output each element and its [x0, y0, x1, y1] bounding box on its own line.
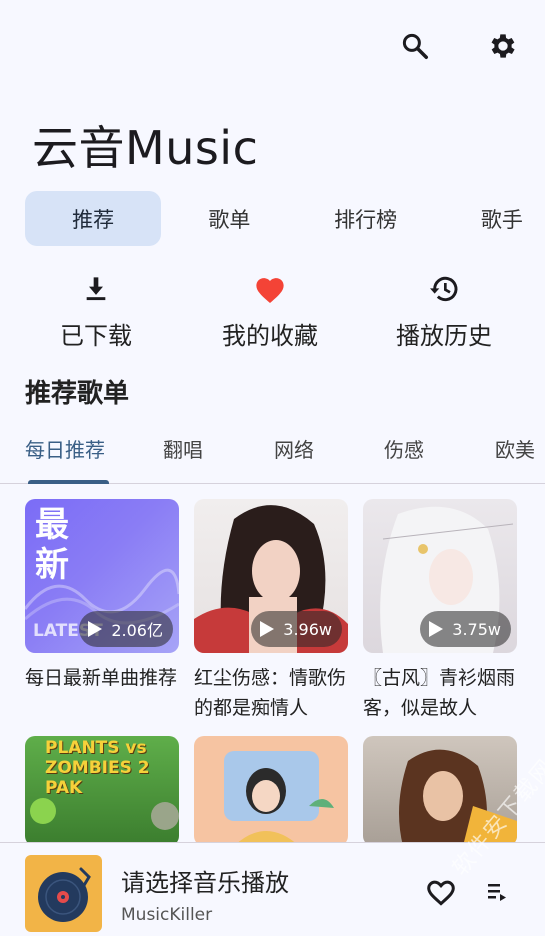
play-icon — [260, 621, 275, 637]
shortcut-row: 已下载 我的收藏 播放历史 — [10, 272, 530, 351]
section-title: 推荐歌单 — [25, 379, 130, 409]
download-icon — [82, 272, 110, 306]
playlist-card[interactable]: 3.96w 红尘伤感：情歌伤的都是痴情人 — [194, 499, 348, 723]
now-playing-title: 请选择音乐播放 — [121, 869, 289, 897]
play-icon — [88, 621, 103, 637]
play-count-badge: 3.75w — [420, 611, 511, 647]
tab-artists[interactable]: 歌手 — [434, 191, 545, 246]
app-title: 云音Music — [32, 121, 259, 175]
favorites-label: 我的收藏 — [222, 322, 318, 350]
cover-illustration — [224, 751, 334, 846]
top-actions — [397, 28, 521, 64]
play-count: 3.75w — [452, 619, 501, 639]
downloaded-label: 已下载 — [60, 322, 132, 350]
downloaded-button[interactable]: 已下载 — [10, 272, 182, 351]
playlist-cover: PLANTS vs ZOMBIES 2 PAK — [25, 736, 179, 846]
now-playing-artist: MusicKiller — [121, 905, 213, 925]
heart-outline-icon[interactable] — [424, 877, 458, 911]
subtab-internet[interactable]: 网络 — [274, 434, 314, 463]
subtab-daily[interactable]: 每日推荐 — [25, 434, 105, 463]
playlist-title: 红尘伤感：情歌伤的都是痴情人 — [194, 667, 347, 719]
settings-icon[interactable] — [485, 28, 521, 64]
playlist-cover — [194, 736, 348, 846]
subtab-indicator — [28, 480, 109, 484]
playlist-title: 〖古风〗青衫烟雨客，似是故人 — [363, 667, 516, 719]
favorites-button[interactable]: 我的收藏 — [184, 272, 356, 351]
playlist-card[interactable]: 3.75w 〖古风〗青衫烟雨客，似是故人 — [363, 499, 517, 723]
playlist-cover: 3.96w — [194, 499, 348, 653]
tab-playlists[interactable]: 歌单 — [161, 191, 297, 246]
tab-charts[interactable]: 排行榜 — [298, 191, 434, 246]
tab-recommend[interactable]: 推荐 — [25, 191, 162, 246]
subtab-western[interactable]: 欧美 — [495, 434, 535, 463]
history-icon — [427, 272, 461, 306]
play-count-badge: 3.96w — [251, 611, 342, 647]
playlist-cover: 3.75w — [363, 499, 517, 653]
playlist-cover: 最新 LATEST 2.06亿 — [25, 499, 179, 653]
play-icon — [429, 621, 444, 637]
playlist-category-tabs: 每日推荐 翻唱 网络 伤感 欧美 — [0, 430, 545, 484]
subtab-sad[interactable]: 伤感 — [384, 434, 424, 463]
main-tabs: 推荐 歌单 排行榜 歌手 — [25, 191, 545, 246]
play-count-badge: 2.06亿 — [79, 611, 173, 647]
album-art — [25, 855, 102, 932]
vinyl-icon — [38, 867, 91, 922]
history-label: 播放历史 — [396, 322, 492, 350]
heart-icon — [253, 272, 287, 306]
play-count: 3.96w — [283, 619, 332, 639]
playlist-card[interactable]: 最新 LATEST 2.06亿 每日最新单曲推荐 — [25, 499, 179, 723]
queue-icon[interactable] — [486, 881, 508, 909]
history-button[interactable]: 播放历史 — [358, 272, 530, 351]
play-count: 2.06亿 — [111, 621, 163, 640]
search-icon[interactable] — [397, 28, 433, 64]
peashooter-icon — [30, 798, 179, 830]
subtab-cover[interactable]: 翻唱 — [163, 434, 203, 463]
playlist-title: 每日最新单曲推荐 — [25, 667, 178, 689]
